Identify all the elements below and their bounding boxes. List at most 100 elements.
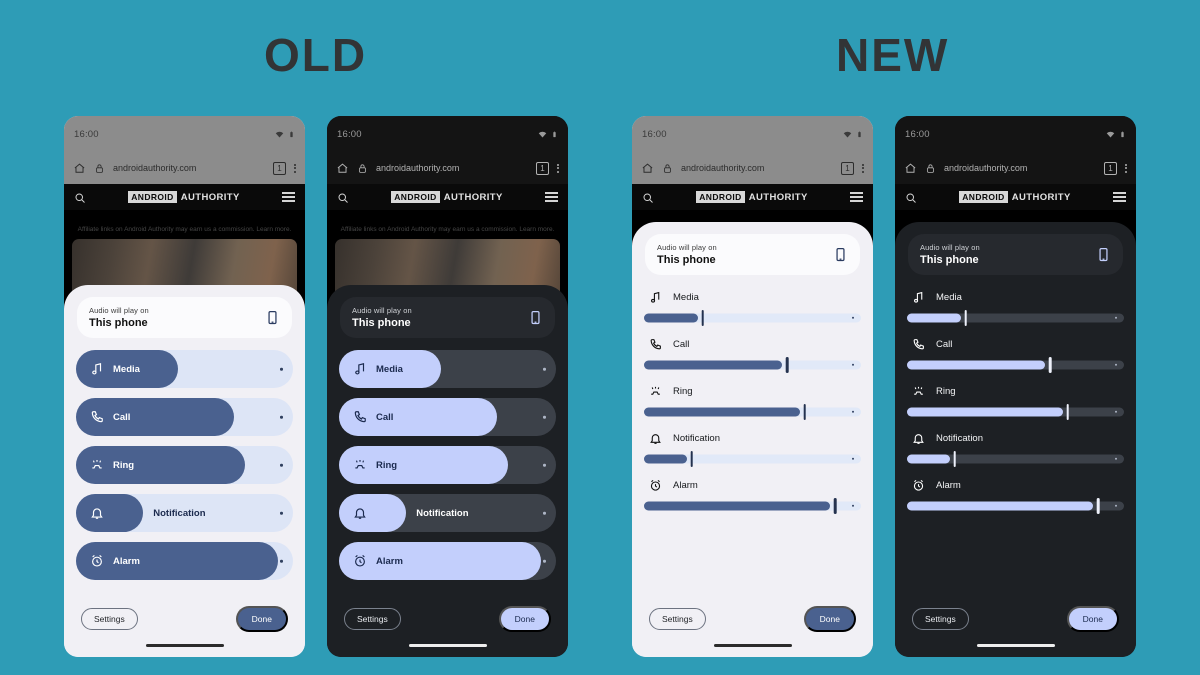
audio-output-card[interactable]: Audio will play on This phone [340,297,555,338]
slider-fill[interactable] [644,360,783,370]
slider-thumb[interactable] [1096,498,1100,514]
slider-fill[interactable] [644,313,698,323]
volume-slider-call[interactable]: Call [339,398,556,436]
slider-fill[interactable]: Media [76,350,178,388]
slider-thumb[interactable] [833,498,837,514]
site-logo[interactable]: ANDROID AUTHORITY [696,191,807,203]
slider-thumb[interactable] [690,451,694,467]
slider-control[interactable] [907,404,1124,420]
slider-fill[interactable] [644,454,687,464]
slider-thumb[interactable] [803,404,806,420]
slider-control[interactable] [644,404,861,420]
slider-thumb[interactable] [785,357,789,373]
hamburger-icon[interactable] [544,192,558,202]
slider-thumb[interactable] [701,310,704,326]
site-logo[interactable]: ANDROID AUTHORITY [128,191,239,203]
slider-fill[interactable] [76,494,144,532]
done-button[interactable]: Done [1066,606,1119,633]
audio-output-card[interactable]: Audio will play on This phone [645,234,860,275]
browser-url-bar[interactable]: androidauthority.com 1 [632,152,873,184]
site-logo[interactable]: ANDROID AUTHORITY [391,191,502,203]
volume-slider-media[interactable]: Media [907,291,1124,326]
volume-slider-notification[interactable]: Notification [644,432,861,467]
slider-thumb[interactable] [1048,357,1052,373]
audio-output-card[interactable]: Audio will play on This phone [77,297,292,338]
url-text[interactable]: androidauthority.com [376,163,528,173]
slider-thumb[interactable] [1066,404,1069,420]
volume-slider-ring[interactable]: Ring [76,446,293,484]
slider-control[interactable] [907,357,1124,373]
volume-slider-notification[interactable]: Notification [907,432,1124,467]
done-button[interactable]: Done [498,606,551,633]
slider-fill[interactable] [907,501,1093,511]
slider-fill[interactable] [907,407,1063,417]
volume-slider-media[interactable]: Media [76,350,293,388]
settings-button[interactable]: Settings [344,608,401,631]
search-icon[interactable] [905,191,917,203]
slider-fill[interactable] [644,407,800,417]
volume-slider-call[interactable]: Call [907,338,1124,373]
volume-slider-media[interactable]: Media [339,350,556,388]
slider-fill[interactable] [907,313,961,323]
tab-count-button[interactable]: 1 [273,161,286,175]
slider-fill[interactable] [339,494,407,532]
home-icon[interactable] [336,162,349,175]
hamburger-icon[interactable] [849,192,863,202]
slider-fill[interactable]: Alarm [339,542,541,580]
hamburger-icon[interactable] [1112,192,1126,202]
slider-control[interactable] [907,451,1124,467]
done-button[interactable]: Done [235,606,288,633]
slider-fill[interactable]: Media [339,350,441,388]
url-text[interactable]: androidauthority.com [944,163,1096,173]
volume-slider-ring[interactable]: Ring [907,385,1124,420]
slider-fill[interactable] [907,454,950,464]
home-icon[interactable] [73,162,86,175]
slider-control[interactable] [644,498,861,514]
slider-control[interactable] [907,498,1124,514]
volume-slider-ring[interactable]: Ring [339,446,556,484]
settings-button[interactable]: Settings [81,608,138,631]
slider-fill[interactable] [907,360,1046,370]
browser-url-bar[interactable]: androidauthority.com 1 [895,152,1136,184]
volume-slider-ring[interactable]: Ring [644,385,861,420]
slider-control[interactable] [644,451,861,467]
site-logo[interactable]: ANDROID AUTHORITY [959,191,1070,203]
done-button[interactable]: Done [803,606,856,633]
settings-button[interactable]: Settings [912,608,969,631]
slider-fill[interactable]: Alarm [76,542,278,580]
slider-control[interactable] [644,357,861,373]
search-icon[interactable] [74,191,86,203]
kebab-menu-icon[interactable] [1125,163,1127,173]
volume-slider-call[interactable]: Call [644,338,861,373]
volume-slider-alarm[interactable]: Alarm [644,479,861,514]
home-icon[interactable] [904,162,917,175]
home-icon[interactable] [641,162,654,175]
volume-slider-alarm[interactable]: Alarm [907,479,1124,514]
tab-count-button[interactable]: 1 [536,161,549,175]
volume-slider-notification[interactable]: Notification [339,494,556,532]
slider-fill[interactable] [644,501,830,511]
kebab-menu-icon[interactable] [557,163,559,173]
search-icon[interactable] [642,191,654,203]
kebab-menu-icon[interactable] [862,163,864,173]
volume-slider-media[interactable]: Media [644,291,861,326]
search-icon[interactable] [337,191,349,203]
tab-count-button[interactable]: 1 [841,161,854,175]
browser-url-bar[interactable]: androidauthority.com 1 [64,152,305,184]
url-text[interactable]: androidauthority.com [113,163,265,173]
tab-count-button[interactable]: 1 [1104,161,1117,175]
settings-button[interactable]: Settings [649,608,706,631]
volume-slider-notification[interactable]: Notification [76,494,293,532]
volume-slider-alarm[interactable]: Alarm [76,542,293,580]
slider-fill[interactable]: Ring [339,446,509,484]
hamburger-icon[interactable] [281,192,295,202]
slider-fill[interactable]: Call [339,398,498,436]
slider-fill[interactable]: Ring [76,446,246,484]
slider-fill[interactable]: Call [76,398,235,436]
slider-control[interactable] [907,310,1124,326]
slider-thumb[interactable] [953,451,957,467]
slider-control[interactable] [644,310,861,326]
url-text[interactable]: androidauthority.com [681,163,833,173]
browser-url-bar[interactable]: androidauthority.com 1 [327,152,568,184]
audio-output-card[interactable]: Audio will play on This phone [908,234,1123,275]
